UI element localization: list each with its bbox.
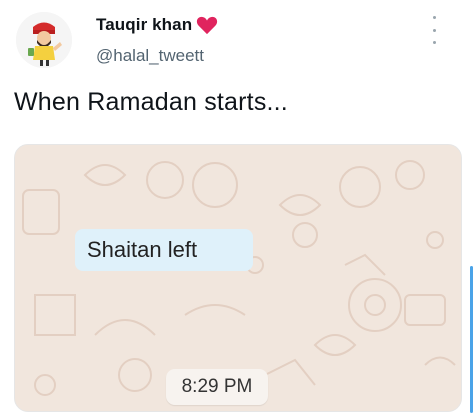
user-handle[interactable]: @halal_tweett: [96, 46, 218, 66]
tweet-header: Tauqir khan @halal_tweett: [0, 0, 474, 80]
avatar[interactable]: [16, 12, 72, 68]
display-name[interactable]: Tauqir khan: [96, 15, 192, 35]
more-vertical-icon[interactable]: [428, 16, 440, 44]
avatar-illustration-icon: [16, 12, 72, 68]
display-name-row[interactable]: Tauqir khan: [96, 12, 218, 38]
message-bubble: Shaitan left: [75, 229, 253, 271]
tweet-media[interactable]: Shaitan left 8:29 PM: [14, 144, 462, 412]
heart-icon: [197, 16, 218, 35]
scrollbar[interactable]: [470, 266, 473, 413]
tweet-text: When Ramadan starts...: [14, 88, 288, 116]
timestamp-badge: 8:29 PM: [166, 369, 268, 405]
author-names: Tauqir khan @halal_tweett: [96, 12, 218, 66]
